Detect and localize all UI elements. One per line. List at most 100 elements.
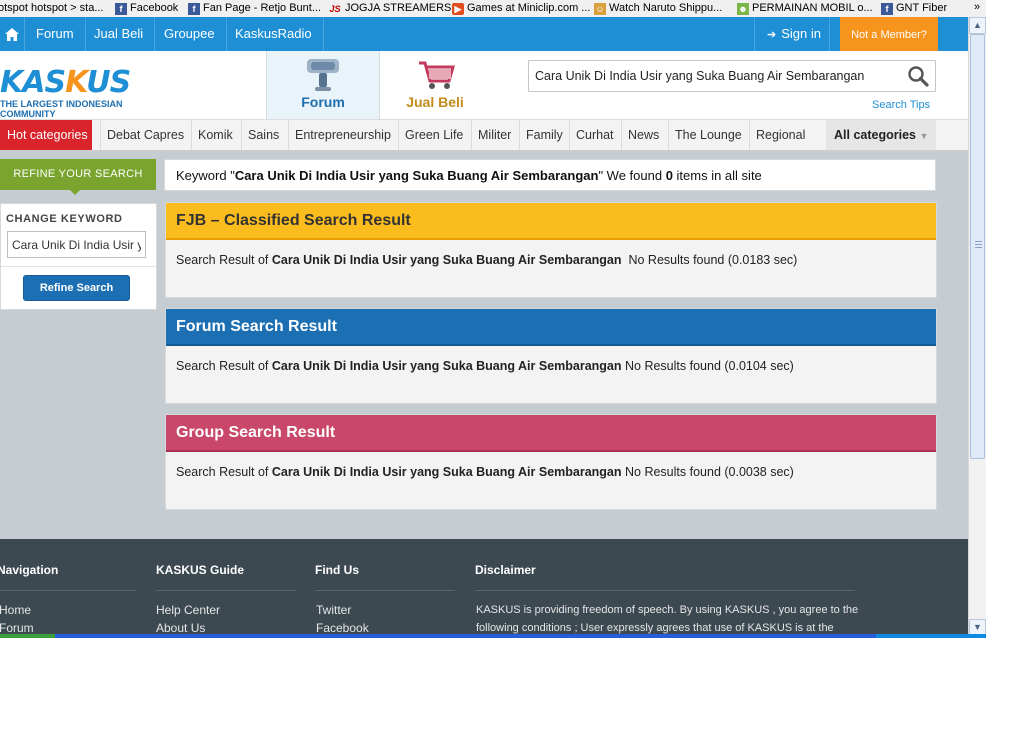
facebook-icon: f: [881, 2, 893, 15]
bookmark-item[interactable]: JS JOGJA STREAMERS: [328, 0, 451, 17]
home-button[interactable]: [0, 17, 25, 51]
bookmark-label: otspot hotspot > sta...: [0, 2, 104, 14]
bookmarks-bar: otspot hotspot > sta... f Facebook f Fan P…: [0, 0, 986, 18]
summary-keyword: Cara Unik Di India Usir yang Suka Buang …: [234, 168, 599, 183]
footer-link-forum[interactable]: Forum: [0, 621, 34, 635]
sign-in-label: Sign in: [781, 26, 821, 41]
footer-link-about-us[interactable]: About Us: [156, 621, 205, 635]
divider: [156, 590, 296, 591]
footer-link-help-center[interactable]: Help Center: [156, 603, 220, 617]
tab-forum[interactable]: Forum: [266, 51, 380, 119]
footer-link-home[interactable]: Home: [0, 603, 31, 617]
bookmark-item[interactable]: otspot hotspot > sta...: [0, 0, 103, 17]
summary-prefix: Keyword ": [176, 168, 235, 183]
category-entrepreneurship[interactable]: Entrepreneurship: [288, 120, 397, 150]
kaskus-logo[interactable]: KASKUS THE LARGEST INDONESIAN COMMUNITY: [0, 65, 180, 120]
all-categories-dropdown[interactable]: All categories ▼: [826, 120, 936, 150]
site-footer: Navigation Home Forum KASKUS Guide Help …: [0, 539, 968, 636]
search-box: [528, 60, 936, 92]
result-status: No Results found (0.0038 sec): [621, 465, 794, 479]
summary-suffix: items in all site: [672, 168, 762, 183]
search-icon[interactable]: [907, 65, 929, 87]
scroll-thumb[interactable]: [970, 34, 985, 459]
logo-wordmark: KASKUS: [0, 65, 131, 100]
result-keyword: Cara Unik Di India Usir yang Suka Buang …: [271, 359, 622, 373]
divider: [0, 590, 136, 591]
result-status: No Results found (0.0104 sec): [621, 359, 794, 373]
category-regional[interactable]: Regional: [749, 120, 811, 150]
facebook-icon: f: [188, 2, 200, 15]
logo-tagline: THE LARGEST INDONESIAN COMMUNITY: [0, 99, 123, 119]
result-status: No Results found (0.0183 sec): [621, 253, 798, 267]
shopping-cart-icon: [419, 61, 455, 89]
footer-findus-title: Find Us: [315, 563, 359, 577]
result-keyword: Cara Unik Di India Usir yang Suka Buang …: [271, 465, 622, 479]
search-tips-link[interactable]: Search Tips: [872, 99, 930, 111]
category-sains[interactable]: Sains: [241, 120, 285, 150]
change-keyword-panel: CHANGE KEYWORD Refine Search: [0, 203, 157, 310]
category-curhat[interactable]: Curhat: [569, 120, 620, 150]
vertical-scrollbar[interactable]: ▲ ▼: [968, 17, 986, 636]
bookmark-label: Fan Page - Retjo Bunt...: [203, 2, 322, 14]
change-keyword-label: CHANGE KEYWORD: [6, 213, 123, 225]
footer-navigation-title: Navigation: [0, 563, 59, 577]
divider: [315, 590, 455, 591]
tab-jual-beli-label: Jual Beli: [406, 94, 464, 110]
forum-results-text: Search Result of Cara Unik Di India Usir…: [176, 357, 816, 376]
group-results-title: Group Search Result: [166, 415, 936, 452]
sign-in-link[interactable]: ➔ Sign in: [754, 17, 830, 51]
nav-kaskusradio[interactable]: KaskusRadio: [224, 17, 324, 51]
top-navigation: Forum Jual Beli Groupee KaskusRadio ➔ Sig…: [0, 17, 968, 55]
bookmark-item[interactable]: ▶ Games at Miniclip.com ...: [452, 0, 590, 17]
footer-link-twitter[interactable]: Twitter: [316, 603, 351, 617]
js-icon: JS: [329, 3, 341, 14]
refine-search-header: REFINE YOUR SEARCH: [0, 159, 156, 195]
category-news[interactable]: News: [621, 120, 665, 150]
result-prefix: Search Result of: [176, 359, 272, 373]
naruto-icon: ☺: [594, 2, 606, 15]
home-icon: [5, 27, 19, 41]
bookmark-label: Facebook: [130, 2, 179, 14]
bookmark-item[interactable]: ☻ PERMAINAN MOBIL o...: [737, 0, 873, 17]
category-debat-capres[interactable]: Debat Capres: [100, 120, 190, 150]
bookmarks-more-button[interactable]: »: [966, 0, 986, 15]
category-the-lounge[interactable]: The Lounge: [668, 120, 748, 150]
footer-guide-title: KASKUS Guide: [156, 563, 245, 577]
category-militer[interactable]: Militer: [471, 120, 517, 150]
search-summary: Keyword "Cara Unik Di India Usir yang Su…: [164, 159, 936, 191]
bookmark-label: JOGJA STREAMERS: [345, 2, 452, 14]
not-a-member-button[interactable]: Not a Member?: [840, 17, 938, 55]
summary-count: 0: [665, 168, 673, 183]
nav-jual-beli[interactable]: Jual Beli: [83, 17, 156, 51]
play-icon: ▶: [452, 2, 464, 15]
bookmark-label: PERMAINAN MOBIL o...: [752, 2, 873, 14]
category-family[interactable]: Family: [519, 120, 569, 150]
bookmark-item[interactable]: f Fan Page - Retjo Bunt...: [188, 0, 321, 17]
search-input[interactable]: [535, 61, 895, 91]
sign-in-icon: ➔: [767, 29, 777, 41]
keyword-input[interactable]: [7, 231, 146, 258]
group-results-panel: Group Search Result Search Result of Car…: [165, 414, 937, 510]
footer-disclaimer-text: KASKUS is providing freedom of speech. B…: [476, 604, 859, 634]
hot-categories-label: Hot categories: [0, 120, 92, 150]
system-tray: [876, 634, 986, 638]
footer-disclaimer-title: Disclaimer: [475, 563, 536, 577]
scroll-up-button[interactable]: ▲: [969, 17, 986, 34]
forum-results-title: Forum Search Result: [166, 309, 936, 346]
refine-search-button[interactable]: Refine Search: [23, 275, 130, 301]
footer-link-facebook[interactable]: Facebook: [316, 621, 369, 635]
bookmark-item[interactable]: f Facebook: [115, 0, 178, 17]
bookmark-item[interactable]: ☺ Watch Naruto Shippu...: [594, 0, 722, 17]
bookmark-item[interactable]: f GNT Fiber: [881, 0, 947, 17]
fjb-results-text: Search Result of Cara Unik Di India Usir…: [176, 251, 816, 270]
all-categories-label: All categories: [834, 128, 916, 142]
nav-forum[interactable]: Forum: [25, 17, 86, 51]
category-green-life[interactable]: Green Life: [398, 120, 469, 150]
start-button[interactable]: [0, 634, 55, 638]
category-komik[interactable]: Komik: [191, 120, 239, 150]
bookmark-label: GNT Fiber: [896, 2, 948, 14]
divider: [1, 266, 156, 267]
tab-jual-beli[interactable]: Jual Beli: [379, 51, 491, 119]
nav-groupee[interactable]: Groupee: [153, 17, 227, 51]
forum-results-panel: Forum Search Result Search Result of Car…: [165, 308, 937, 404]
